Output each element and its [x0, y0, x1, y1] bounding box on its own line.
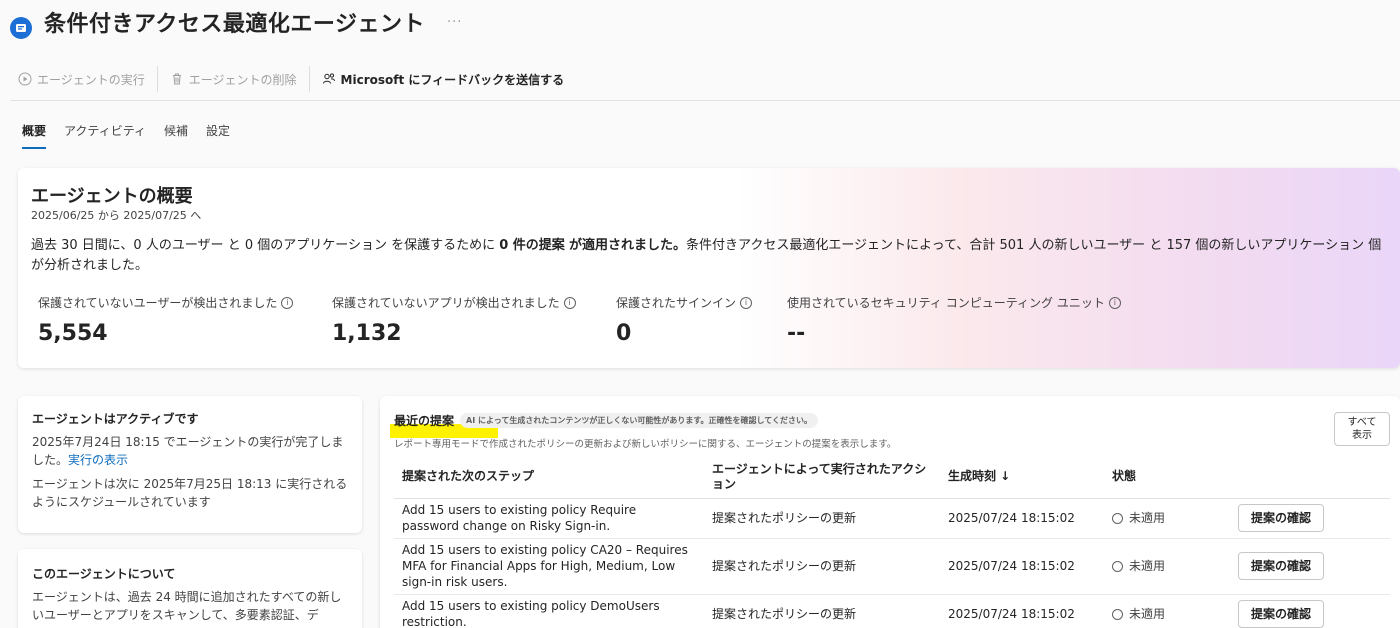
cell-state: 未適用 — [1104, 498, 1230, 539]
column-header-action[interactable]: エージェントによって実行されたアクション — [704, 456, 940, 499]
toolbar-separator — [308, 66, 310, 92]
metric-value: 0 — [616, 321, 632, 346]
metric-label: 保護されたサインイン — [616, 296, 737, 310]
review-recommendation-button[interactable]: 提案の確認 — [1238, 600, 1325, 628]
send-feedback-label: Microsoft にフィードバックを送信する — [340, 72, 565, 87]
metric-security-compute-units: 使用されているセキュリティ コンピューティング ユニット i -- — [787, 294, 1121, 346]
recommendations-table: 提案された次のステップ エージェントによって実行されたアクション 生成時刻 ↓ … — [394, 456, 1390, 628]
agent-overview-card: エージェントの概要 2025/06/25 から 2025/07/25 へ 過去 … — [18, 168, 1400, 368]
cell-action: 提案されたポリシーの更新 — [704, 538, 940, 595]
cell-action: 提案されたポリシーの更新 — [704, 498, 940, 539]
table-row[interactable]: Add 15 users to existing policy CA20 – R… — [394, 538, 1390, 595]
tab-list: 概要 アクティビティ 候補 設定 — [22, 122, 230, 149]
info-icon[interactable]: i — [281, 296, 294, 309]
run-agent-label: エージェントの実行 — [37, 72, 145, 87]
status-card-text: 2025年7月24日 18:15 でエージェントの実行が完了しました。実行の表示 — [32, 435, 344, 467]
overview-title: エージェントの概要 — [31, 186, 193, 207]
column-header-next-step[interactable]: 提案された次のステップ — [394, 456, 704, 499]
metric-value: -- — [787, 321, 806, 346]
cell-state: 未適用 — [1104, 594, 1230, 628]
cell-action: 提案されたポリシーの更新 — [704, 594, 940, 628]
status-card-title: エージェントはアクティブです — [32, 412, 199, 426]
tab-activity[interactable]: アクティビティ — [64, 122, 146, 149]
about-agent-card: このエージェントについて エージェントは、過去 24 時間に追加されたすべての新… — [18, 549, 362, 628]
cell-next-step: Add 15 users to existing policy DemoUser… — [394, 594, 704, 628]
next-run-text: エージェントは次に 2025年7月25日 18:13 に実行されるようにスケジュ… — [32, 477, 348, 509]
tab-candidates[interactable]: 候補 — [164, 122, 188, 149]
more-options-button[interactable]: ··· — [447, 15, 462, 30]
tab-settings[interactable]: 設定 — [206, 122, 230, 149]
agent-app-icon — [10, 17, 32, 39]
cell-generated-time: 2025/07/24 18:15:02 — [940, 498, 1104, 539]
page-title: 条件付きアクセス最適化エージェント — [44, 12, 425, 37]
toolbar-divider — [10, 100, 1400, 101]
command-bar: エージェントの実行 エージェントの削除 Microsoft にフィードバックを送… — [18, 66, 564, 92]
cell-generated-time: 2025/07/24 18:15:02 — [940, 538, 1104, 595]
metric-protected-signins: 保護されたサインイン i 0 — [616, 294, 753, 346]
metric-label: 保護されていないユーザーが検出されました — [38, 296, 278, 310]
feedback-people-icon — [322, 73, 335, 84]
column-header-actions — [1230, 456, 1390, 499]
metric-unprotected-apps: 保護されていないアプリが検出されました i 1,132 — [332, 294, 576, 346]
cell-button: 提案の確認 — [1230, 538, 1390, 595]
cell-next-step: Add 15 users to existing policy CA20 – R… — [394, 538, 704, 595]
status-circle-icon — [1112, 512, 1123, 524]
cell-next-step: Add 15 users to existing policy Require … — [394, 498, 704, 539]
about-card-title: このエージェントについて — [32, 567, 176, 581]
table-row[interactable]: Add 15 users to existing policy Require … — [394, 498, 1390, 539]
info-icon[interactable]: i — [740, 296, 753, 309]
status-circle-icon — [1112, 560, 1123, 572]
metric-value: 5,554 — [38, 321, 108, 346]
view-all-button[interactable]: すべて 表示 — [1334, 412, 1390, 446]
recommendations-title-text: 最近の提案 — [394, 414, 455, 428]
toolbar-separator — [156, 66, 158, 92]
agent-status-card: エージェントはアクティブです 2025年7月24日 18:15 でエージェントの… — [18, 396, 362, 533]
overview-date-range: 2025/06/25 から 2025/07/25 へ — [31, 209, 202, 222]
cell-state: 未適用 — [1104, 538, 1230, 595]
metric-unprotected-users: 保護されていないユーザーが検出されました i 5,554 — [38, 294, 294, 346]
column-header-state[interactable]: 状態 — [1104, 456, 1230, 499]
info-icon[interactable]: i — [1108, 296, 1121, 309]
recommendations-subtitle: レポート専用モードで作成されたポリシーの更新および新しいポリシーに関する、エージ… — [394, 439, 897, 450]
cell-button: 提案の確認 — [1230, 498, 1390, 539]
send-feedback-button[interactable]: Microsoft にフィードバックを送信する — [322, 71, 565, 88]
recommendations-title: 最近の提案 AI によって生成されたコンテンツが正しくない可能性があります。正確… — [394, 412, 819, 429]
cell-generated-time: 2025/07/24 18:15:02 — [940, 594, 1104, 628]
recent-recommendations-card: 最近の提案 AI によって生成されたコンテンツが正しくない可能性があります。正確… — [380, 396, 1400, 628]
play-circle-icon — [18, 72, 32, 86]
review-recommendation-button[interactable]: 提案の確認 — [1238, 552, 1325, 580]
delete-agent-button[interactable]: エージェントの削除 — [170, 71, 297, 88]
run-agent-button[interactable]: エージェントの実行 — [18, 71, 145, 88]
about-card-text: エージェントは、過去 24 時間に追加されたすべての新しいユーザーとアプリをスキ… — [32, 590, 342, 622]
table-row[interactable]: Add 15 users to existing policy DemoUser… — [394, 594, 1390, 628]
page-header: 条件付きアクセス最適化エージェント ··· — [10, 6, 462, 39]
view-run-link[interactable]: 実行の表示 — [68, 453, 128, 467]
delete-agent-label: エージェントの削除 — [188, 72, 297, 87]
trash-icon — [172, 73, 181, 85]
column-header-generated-time[interactable]: 生成時刻 ↓ — [940, 456, 1104, 499]
tab-overview[interactable]: 概要 — [22, 122, 47, 149]
cell-button: 提案の確認 — [1230, 594, 1390, 628]
metric-value: 1,132 — [332, 321, 402, 346]
review-recommendation-button[interactable]: 提案の確認 — [1238, 504, 1325, 532]
metric-label: 使用されているセキュリティ コンピューティング ユニット — [787, 296, 1105, 310]
overview-summary: 過去 30 日間に、0 人のユーザー と 0 個のアプリケーション を保護するた… — [31, 238, 1382, 273]
info-icon[interactable]: i — [563, 296, 576, 309]
status-circle-icon — [1112, 608, 1123, 620]
metric-label: 保護されていないアプリが検出されました — [332, 296, 560, 310]
ai-disclaimer-badge: AI によって生成されたコンテンツが正しくない可能性があります。正確性を確認して… — [460, 413, 819, 428]
